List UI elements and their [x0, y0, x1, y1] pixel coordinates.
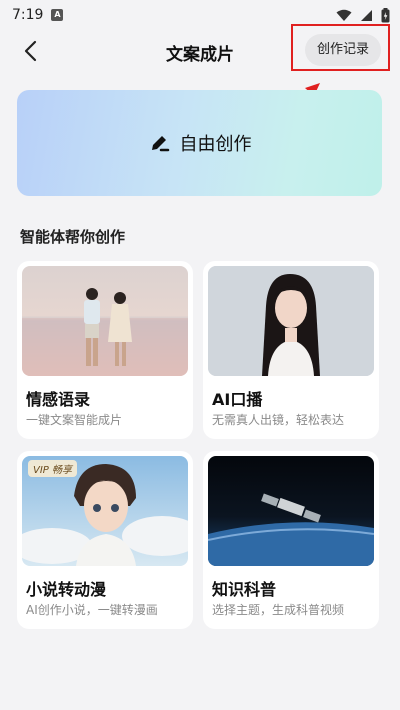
card-title: 情感语录 — [26, 390, 91, 409]
status-indicators — [336, 7, 390, 23]
card-title: 小说转动漫 — [26, 580, 107, 599]
card-ai-presenter[interactable]: AI口播 无需真人出镜，轻松表达 — [203, 261, 379, 439]
card-description: 一键文案智能成片 — [26, 413, 123, 427]
pen-icon — [151, 136, 169, 152]
wifi-icon — [336, 9, 352, 21]
couple-beach-image — [22, 266, 188, 376]
cellular-signal-icon — [361, 9, 372, 21]
card-science-popularization[interactable]: 知识科普 选择主题，生成科普视频 — [203, 451, 379, 629]
card-title: AI口播 — [212, 390, 263, 409]
vip-badge: VIP 畅享 — [28, 460, 77, 477]
card-emotional-quotes[interactable]: 情感语录 一键文案智能成片 — [17, 261, 193, 439]
anime-boy-image: VIP 畅享 — [22, 456, 188, 566]
status-time: 7:19 — [12, 7, 44, 23]
battery-icon — [381, 7, 390, 22]
free-create-content: 自由创作 — [148, 130, 252, 156]
card-description: 无需真人出镜，轻松表达 — [212, 413, 345, 427]
ai-presenter-image — [208, 266, 374, 376]
app-notification-icon: A — [51, 9, 64, 21]
section-title: 智能体帮你创作 — [20, 228, 126, 246]
highlight-annotation-box — [291, 24, 390, 71]
card-description: 选择主题，生成科普视频 — [212, 603, 345, 617]
space-telescope-image — [208, 456, 374, 566]
free-create-label: 自由创作 — [179, 134, 252, 155]
card-description: AI创作小说，一键转漫画 — [26, 603, 158, 617]
card-novel-to-anime[interactable]: VIP 畅享 小说转动漫 AI创作小说，一键转漫画 — [17, 451, 193, 629]
free-create-card[interactable]: 自由创作 — [17, 90, 382, 196]
card-title: 知识科普 — [212, 580, 277, 599]
